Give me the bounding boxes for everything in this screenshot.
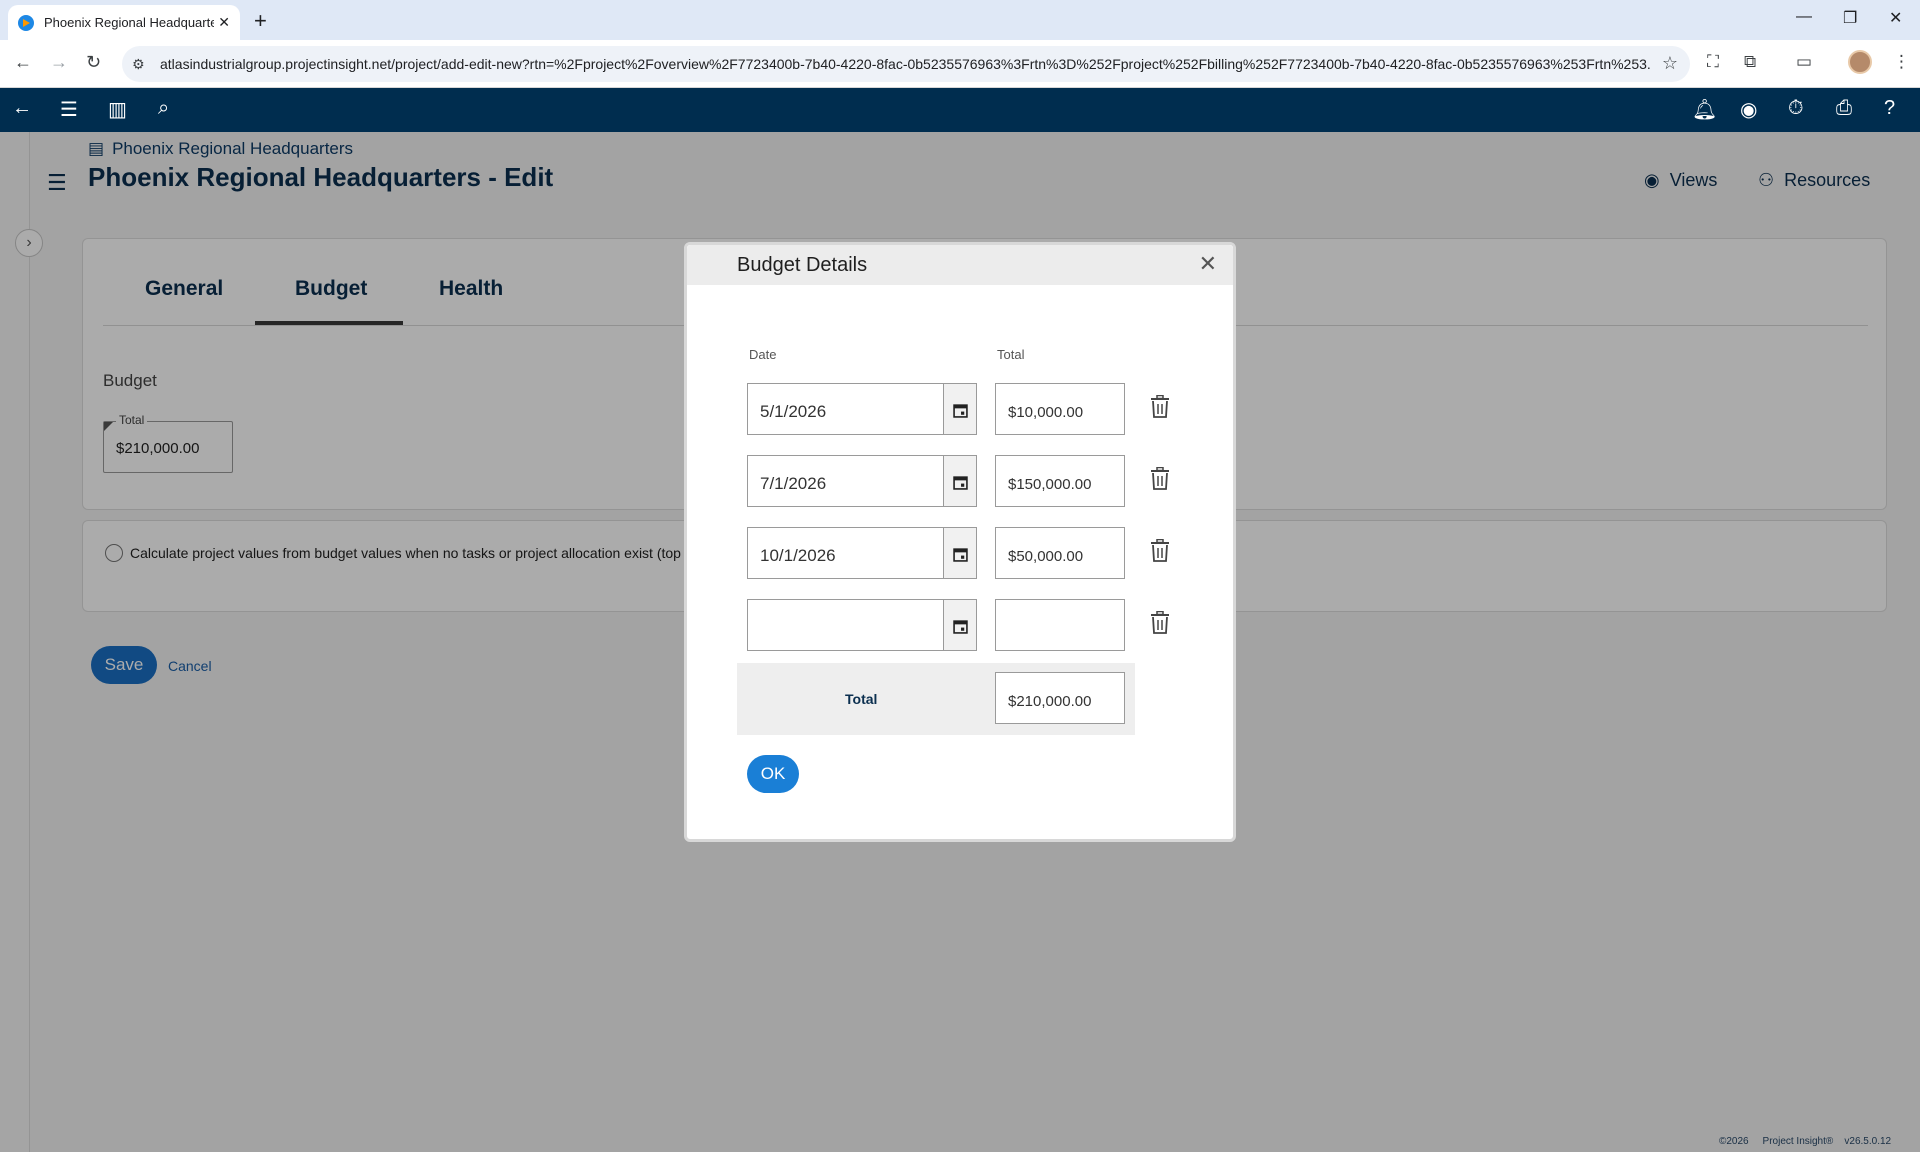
- date-input[interactable]: 7/1/2026: [747, 455, 944, 507]
- close-window-icon[interactable]: ✕: [1889, 8, 1902, 28]
- calendar-icon: [952, 548, 968, 562]
- calendar-icon: [952, 404, 968, 418]
- calendar-button[interactable]: [944, 527, 977, 579]
- calendar-button[interactable]: [944, 599, 977, 651]
- notifications-bell-icon[interactable]: 🔔︎: [1692, 97, 1717, 122]
- calendar-icon: [952, 620, 968, 634]
- new-tab-icon[interactable]: +: [254, 8, 267, 34]
- back-icon[interactable]: ←: [14, 52, 32, 73]
- date-input[interactable]: 10/1/2026: [747, 527, 944, 579]
- help-icon[interactable]: ?: [1884, 97, 1895, 120]
- browser-tab[interactable]: Phoenix Regional Headquarters ✕: [8, 5, 240, 40]
- minimize-window-icon[interactable]: —: [1796, 8, 1812, 26]
- delete-row-icon[interactable]: [1149, 611, 1171, 635]
- calendar-icon: [952, 476, 968, 490]
- media-control-icon[interactable]: ▭: [1796, 52, 1812, 72]
- amount-input[interactable]: $10,000.00: [995, 383, 1125, 435]
- back-arrow-icon[interactable]: ←: [12, 97, 32, 120]
- user-account-icon[interactable]: ◉: [1740, 97, 1757, 122]
- restore-window-icon[interactable]: ❐: [1843, 8, 1857, 28]
- projects-icon[interactable]: ▥: [108, 97, 127, 122]
- site-info-icon[interactable]: ⚙: [132, 56, 154, 73]
- amount-input[interactable]: [995, 599, 1125, 651]
- date-input[interactable]: 5/1/2026: [747, 383, 944, 435]
- print-icon[interactable]: ⎙: [1836, 97, 1852, 120]
- dialog-title: Budget Details: [737, 254, 868, 276]
- app-navbar: ← ☰ ▥ ⌕ 🔔︎ ◉ ⏱︎ ⎙ ?: [0, 88, 1920, 132]
- calendar-button[interactable]: [944, 383, 977, 435]
- timer-icon[interactable]: ⏱︎: [1788, 97, 1804, 120]
- ok-button[interactable]: OK: [747, 755, 799, 793]
- browser-tab-title: Phoenix Regional Headquarters: [44, 15, 214, 30]
- total-row-label: Total: [845, 691, 878, 707]
- screenshot-icon[interactable]: ⛶: [1707, 52, 1719, 72]
- budget-total-row: Total $210,000.00: [737, 663, 1135, 735]
- delete-row-icon[interactable]: [1149, 467, 1171, 491]
- calendar-button[interactable]: [944, 455, 977, 507]
- search-icon[interactable]: ⌕: [158, 97, 169, 120]
- forward-icon[interactable]: →: [50, 52, 68, 73]
- amount-input[interactable]: $50,000.00: [995, 527, 1125, 579]
- browser-tab-bar: Phoenix Regional Headquarters ✕ + — ❐ ✕: [0, 0, 1920, 40]
- close-tab-icon[interactable]: ✕: [218, 14, 230, 31]
- reload-icon[interactable]: ↻: [86, 52, 101, 73]
- extensions-icon[interactable]: ⧉: [1744, 52, 1756, 72]
- budget-details-dialog: Budget Details ✕ Date Total 5/1/2026 $10…: [684, 242, 1236, 842]
- bookmark-star-icon[interactable]: ☆: [1662, 53, 1678, 74]
- date-input[interactable]: [747, 599, 944, 651]
- amount-input[interactable]: $150,000.00: [995, 455, 1125, 507]
- project-insight-favicon-icon: [18, 14, 34, 31]
- browser-address-bar: ← → ↻ ⚙ atlasindustrialgroup.projectinsi…: [0, 40, 1920, 88]
- total-column-header: Total: [997, 347, 1025, 362]
- dialog-header: Budget Details ✕: [687, 245, 1233, 285]
- url-field[interactable]: ⚙ atlasindustrialgroup.projectinsight.ne…: [122, 46, 1690, 82]
- total-row-value: $210,000.00: [995, 672, 1125, 724]
- url-text: atlasindustrialgroup.projectinsight.net/…: [160, 56, 1650, 72]
- menu-hamburger-icon[interactable]: ☰: [60, 97, 78, 122]
- date-column-header: Date: [749, 347, 777, 362]
- browser-menu-icon[interactable]: ⋮: [1893, 52, 1910, 72]
- delete-row-icon[interactable]: [1149, 395, 1171, 419]
- delete-row-icon[interactable]: [1149, 539, 1171, 563]
- close-icon[interactable]: ✕: [1199, 251, 1217, 277]
- profile-avatar[interactable]: [1848, 50, 1872, 74]
